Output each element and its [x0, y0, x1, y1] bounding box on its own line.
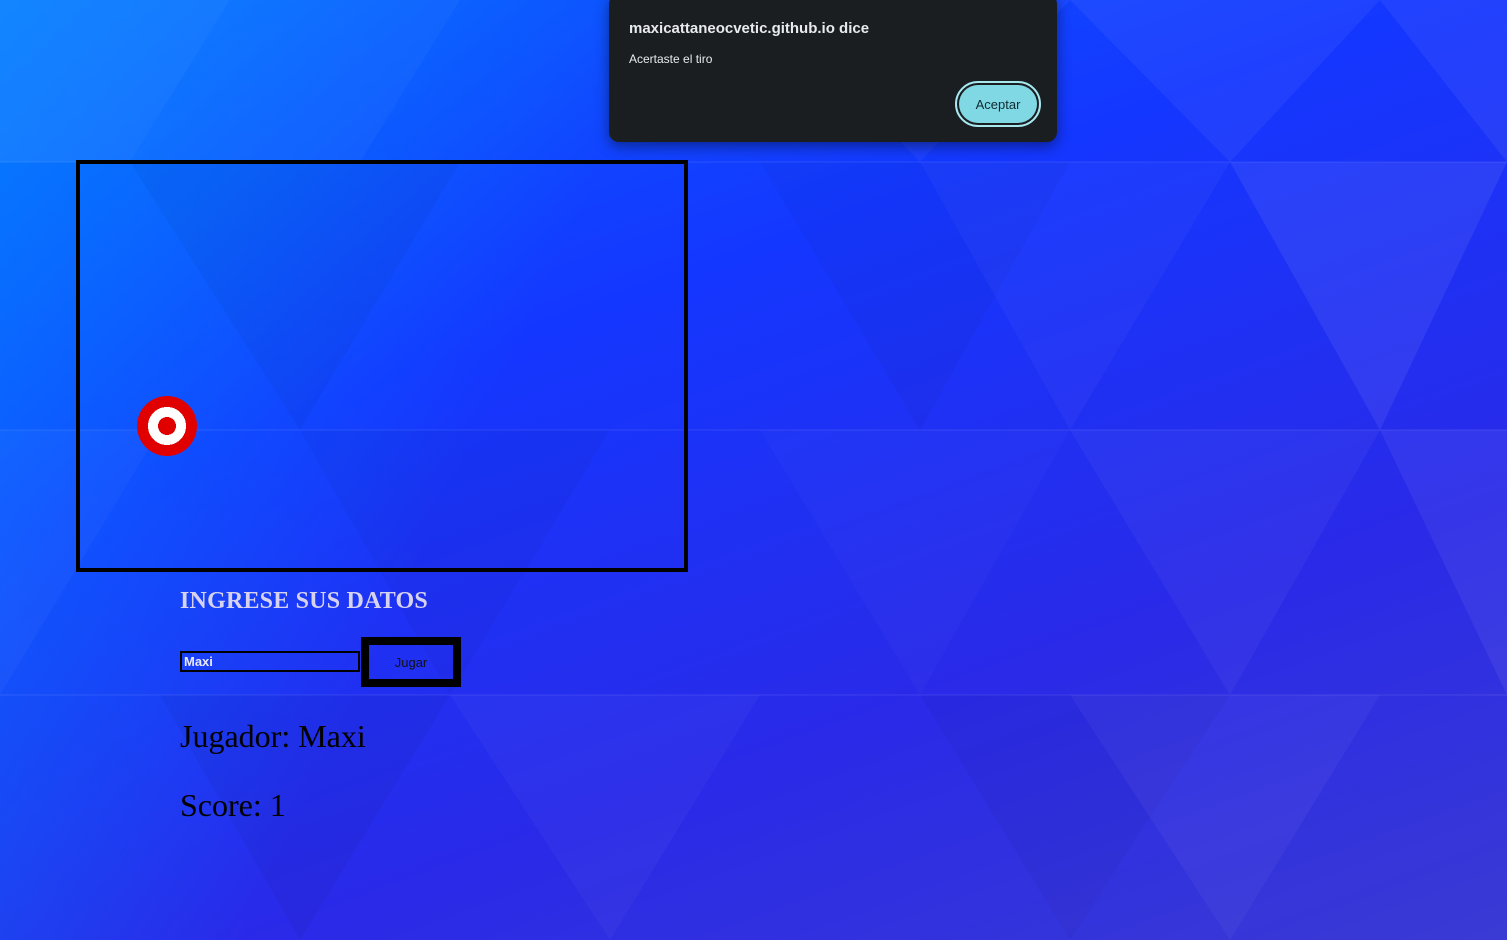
player-name-input[interactable] [180, 651, 360, 672]
game-canvas[interactable] [76, 160, 688, 572]
alert-message: Acertaste el tiro [629, 52, 713, 66]
bullseye-target-icon[interactable] [137, 396, 197, 456]
alert-ok-label: Aceptar [959, 85, 1037, 123]
score-display: Score: 1 [180, 787, 286, 823]
player-name-display: Jugador: Maxi [180, 718, 366, 754]
alert-title: maxicattaneocvetic.github.io dice [629, 20, 870, 37]
form-title: INGRESE SUS DATOS [180, 588, 428, 614]
alert-ok-button[interactable]: Aceptar [955, 81, 1041, 127]
play-button[interactable]: Jugar [361, 637, 461, 687]
